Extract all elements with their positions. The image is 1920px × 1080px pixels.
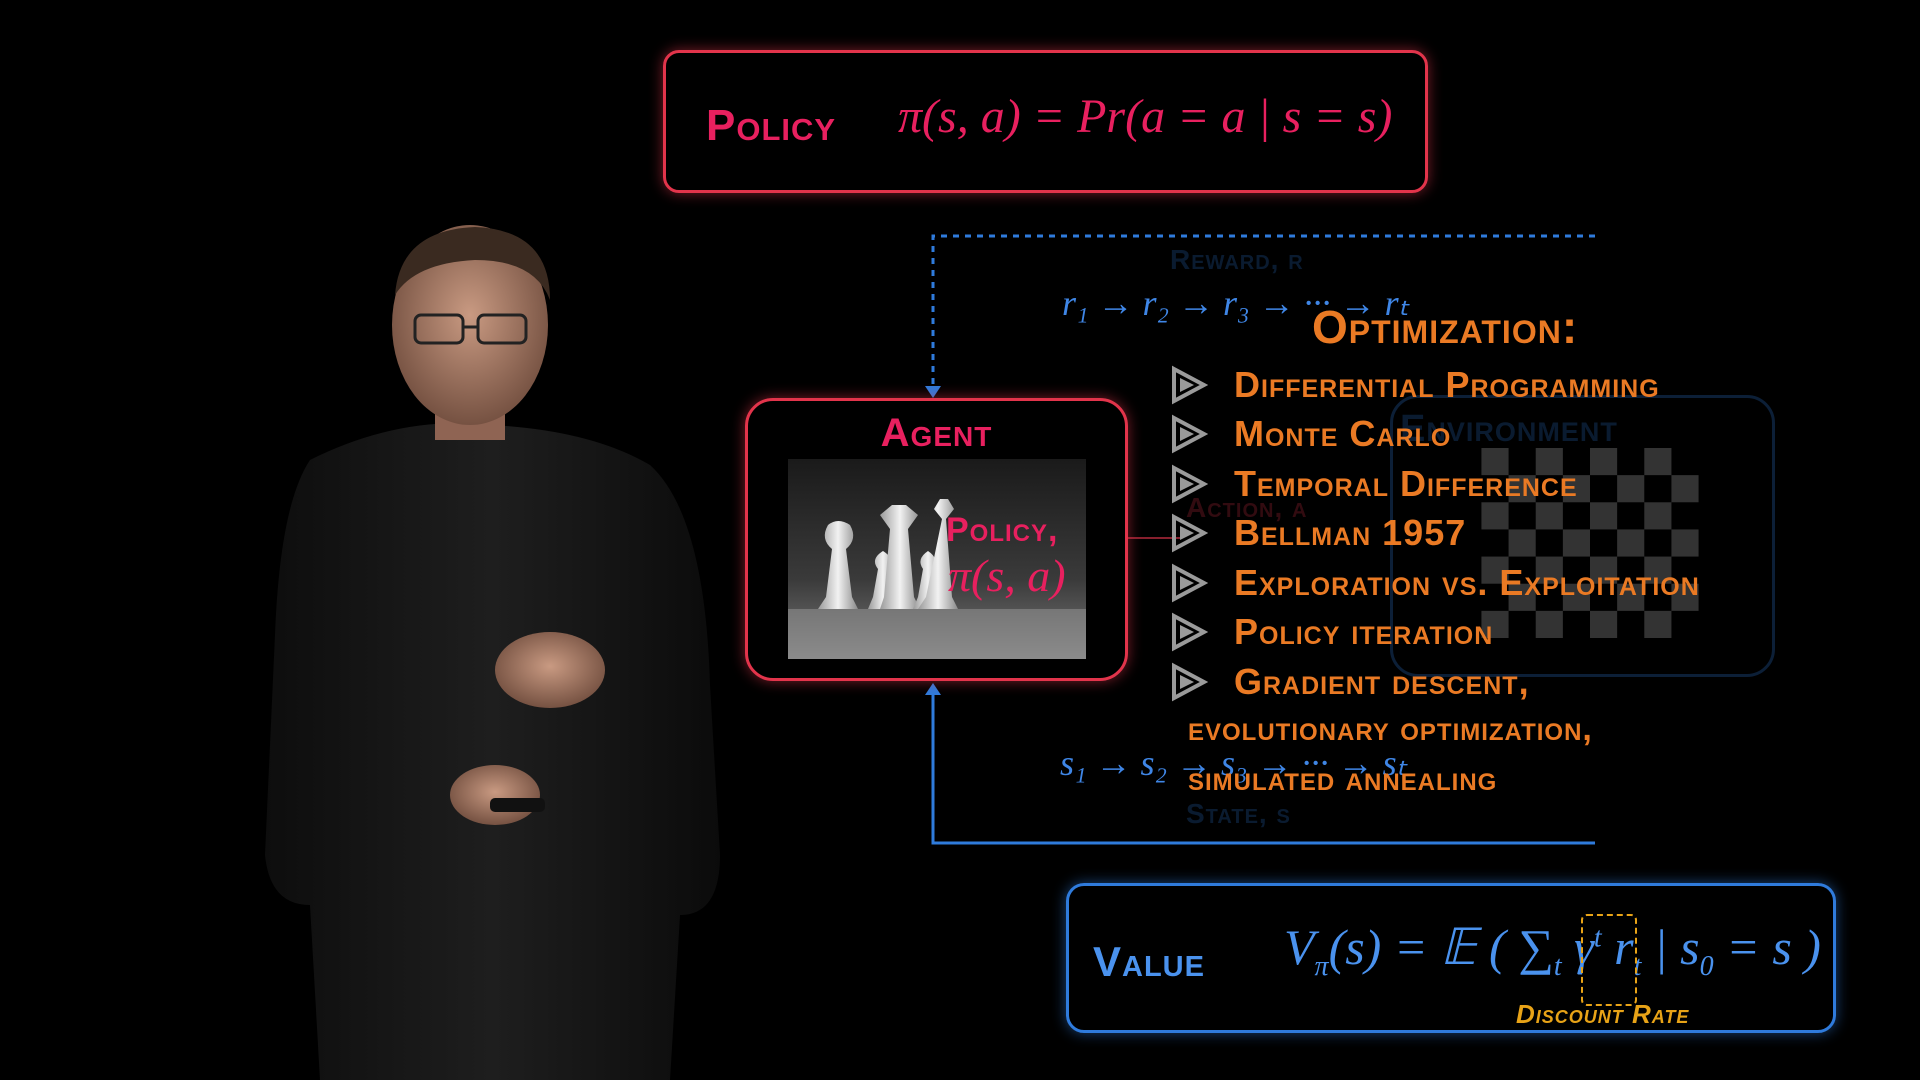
list-item: Gradient descent, bbox=[1168, 657, 1700, 707]
list-item: Differential Programming bbox=[1168, 360, 1700, 410]
value-title: Value bbox=[1093, 938, 1205, 985]
list-item: Monte Carlo bbox=[1168, 410, 1700, 460]
list-item-label: Policy iteration bbox=[1234, 611, 1494, 653]
list-item: Bellman 1957 bbox=[1168, 509, 1700, 559]
list-item-label: Temporal Difference bbox=[1234, 462, 1578, 504]
list-item-label: Differential Programming bbox=[1234, 363, 1660, 405]
list-item: Temporal Difference bbox=[1168, 459, 1700, 509]
play-triangle-icon bbox=[1172, 414, 1208, 454]
optimization-continuation: evolutionary optimization, simulated ann… bbox=[1188, 710, 1593, 810]
list-item: Policy iteration bbox=[1168, 608, 1700, 658]
continuation-line: evolutionary optimization, bbox=[1188, 710, 1593, 748]
optimization-list: Differential Programming Monte Carlo Tem… bbox=[1168, 360, 1700, 707]
agent-policy-label: Policy, bbox=[946, 511, 1059, 549]
play-triangle-icon bbox=[1172, 513, 1208, 553]
agent-box: Agent Policy, π(s, a) bbox=[745, 398, 1128, 681]
play-triangle-icon bbox=[1172, 563, 1208, 603]
continuation-line: simulated annealing bbox=[1188, 760, 1498, 798]
optimization-title: Optimization: bbox=[1312, 301, 1579, 353]
list-item-label: Gradient descent, bbox=[1234, 660, 1530, 702]
discount-rate-label: Discount Rate bbox=[1516, 999, 1690, 1029]
list-item: Exploration vs. Exploitation bbox=[1168, 558, 1700, 608]
play-triangle-icon bbox=[1172, 365, 1208, 405]
agent-title: Agent bbox=[880, 411, 993, 455]
list-item-label: Exploration vs. Exploitation bbox=[1234, 561, 1700, 603]
value-formula: Vπ(s) = 𝔼 ( ∑t γt rt | s0 = s ) bbox=[1284, 919, 1821, 982]
discount-rate-highlight bbox=[1581, 914, 1637, 1006]
play-triangle-icon bbox=[1172, 612, 1208, 652]
play-triangle-icon bbox=[1172, 464, 1208, 504]
value-box: Value Vπ(s) = 𝔼 ( ∑t γt rt | s0 = s ) Di… bbox=[1066, 883, 1836, 1033]
play-triangle-icon bbox=[1172, 662, 1208, 702]
list-item-label: Monte Carlo bbox=[1234, 413, 1452, 455]
list-item-label: Bellman 1957 bbox=[1234, 512, 1467, 554]
agent-policy-formula: π(s, a) bbox=[948, 550, 1066, 601]
